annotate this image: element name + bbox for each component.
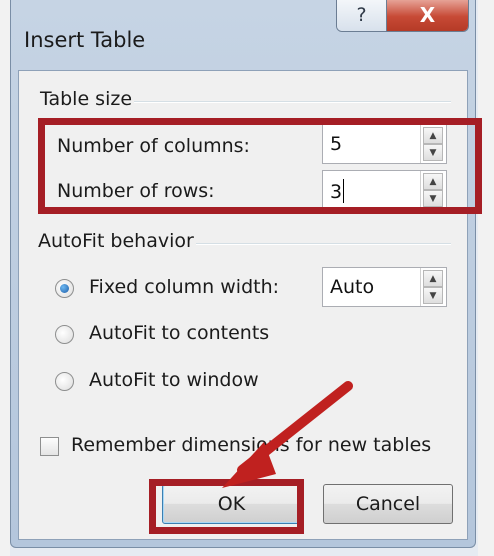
- dialog-body: Table size Number of columns: 5 ▲ ▼ Numb…: [18, 70, 468, 540]
- table-size-group-label: Table size: [38, 88, 135, 110]
- columns-spinner[interactable]: 5 ▲ ▼: [322, 124, 447, 164]
- autofit-contents-label[interactable]: AutoFit to contents: [89, 322, 269, 344]
- rows-value[interactable]: 3: [330, 179, 345, 203]
- background-edge-left: [0, 0, 10, 556]
- columns-value[interactable]: 5: [330, 133, 342, 155]
- insert-table-dialog: Insert Table ? X Table size Number of co…: [10, 0, 476, 548]
- autofit-group-label: AutoFit behavior: [36, 230, 196, 252]
- text-caret: [343, 179, 345, 203]
- ok-button[interactable]: OK: [162, 484, 301, 524]
- close-x-icon: X: [419, 3, 436, 27]
- spin-down-arrow-icon[interactable]: ▼: [423, 190, 443, 207]
- cancel-button[interactable]: Cancel: [323, 484, 453, 524]
- columns-label: Number of columns:: [57, 135, 250, 157]
- remember-dimensions-checkbox[interactable]: [40, 437, 59, 456]
- fixed-width-label[interactable]: Fixed column width:: [89, 276, 279, 298]
- spin-up-arrow-icon[interactable]: ▲: [423, 270, 443, 287]
- help-button[interactable]: ?: [337, 0, 387, 31]
- autofit-window-radio[interactable]: [55, 372, 74, 391]
- remember-dimensions-label[interactable]: Remember dimensions for new tables: [71, 434, 431, 456]
- fixed-width-spinner[interactable]: Auto ▲ ▼: [322, 267, 447, 307]
- close-button[interactable]: X: [387, 0, 468, 31]
- spin-down-arrow-icon[interactable]: ▼: [423, 144, 443, 161]
- autofit-contents-radio[interactable]: [55, 325, 74, 344]
- spin-up-arrow-icon[interactable]: ▲: [423, 173, 443, 190]
- spin-up-arrow-icon[interactable]: ▲: [423, 127, 443, 144]
- fixed-width-radio[interactable]: [55, 279, 74, 298]
- rows-spin-arrows: ▲ ▼: [420, 171, 446, 209]
- dialog-title: Insert Table: [24, 28, 146, 52]
- columns-spin-arrows: ▲ ▼: [420, 125, 446, 163]
- rows-value-text: 3: [330, 181, 343, 203]
- help-question-icon: ?: [356, 4, 367, 26]
- spin-down-arrow-icon[interactable]: ▼: [423, 287, 443, 304]
- title-bar-buttons: ? X: [336, 0, 469, 32]
- fixed-width-spin-arrows: ▲ ▼: [420, 268, 446, 306]
- fixed-width-value[interactable]: Auto: [330, 276, 374, 298]
- rows-label: Number of rows:: [57, 180, 215, 202]
- background-edge-right: [478, 0, 494, 556]
- autofit-window-label[interactable]: AutoFit to window: [89, 369, 259, 391]
- rows-spinner[interactable]: 3 ▲ ▼: [322, 170, 447, 210]
